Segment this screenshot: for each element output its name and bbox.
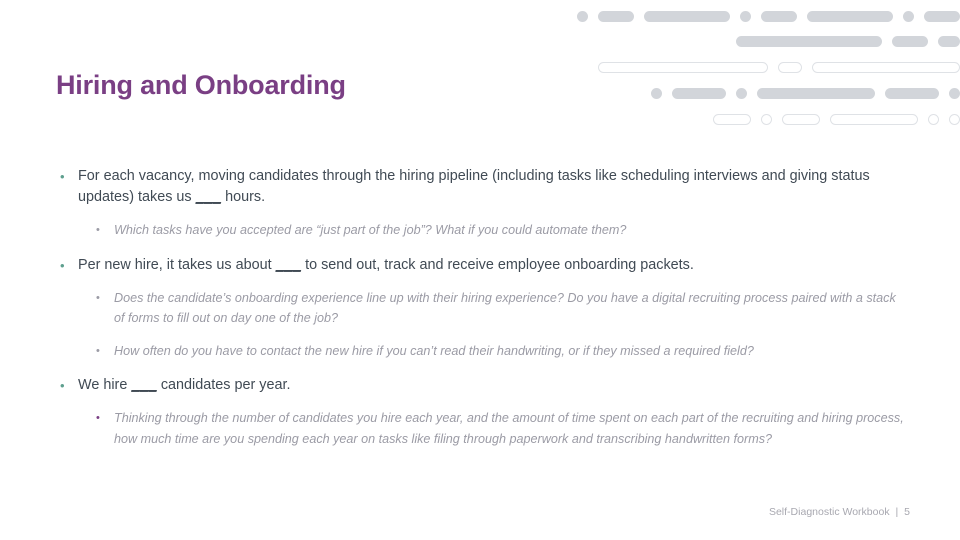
deco-pill (924, 11, 960, 22)
bullet-marker-gray: • (96, 344, 100, 357)
bullet-marker-gray: • (96, 224, 100, 236)
bullet-item-level1: • Per new hire, it takes us about ___ to… (52, 255, 908, 276)
deco-pill (761, 11, 797, 22)
deco-pill-outline (830, 114, 918, 125)
deco-circle-outline (949, 114, 960, 125)
deco-pill-outline (812, 62, 960, 73)
deco-pill-outline (782, 114, 820, 125)
bullet-text: Does the candidate’s onboarding experien… (114, 290, 896, 326)
deco-row-2 (590, 36, 960, 47)
deco-pill (736, 88, 747, 99)
bullet-text: For each vacancy, moving candidates thro… (78, 168, 870, 205)
bullet-text: We hire ___ candidates per year. (78, 377, 291, 393)
deco-pill (736, 36, 882, 47)
bullet-item-level1: • We hire ___ candidates per year. (52, 375, 908, 396)
deco-pill (807, 11, 893, 22)
deco-row-1 (577, 11, 960, 22)
deco-pill (644, 11, 730, 22)
deco-pill (903, 11, 914, 22)
deco-pill (577, 11, 588, 22)
bullet-item-level1: • For each vacancy, moving candidates th… (52, 166, 908, 208)
footer-page-number: 5 (904, 506, 910, 518)
deco-pill (757, 88, 875, 99)
deco-pill (651, 88, 662, 99)
deco-pill (740, 11, 751, 22)
bullet-item-level2: • Does the candidate’s onboarding experi… (52, 288, 908, 329)
bullet-item-level2: • Which tasks have you accepted are “jus… (52, 220, 908, 241)
bullet-text: Thinking through the number of candidate… (114, 411, 904, 446)
fill-in-blank: ___ (195, 189, 222, 205)
bullet-marker-purple: • (96, 412, 100, 424)
bullet-text: Per new hire, it takes us about ___ to s… (78, 256, 694, 273)
deco-pill-outline (598, 62, 768, 73)
bullet-item-level2: • Thinking through the number of candida… (52, 408, 908, 449)
bullet-marker-teal: • (60, 257, 65, 273)
deco-pill (598, 11, 634, 22)
deco-circle-outline (761, 114, 772, 125)
slide-footer: Self-Diagnostic Workbook | 5 (769, 506, 910, 518)
bullet-text: Which tasks have you accepted are “just … (114, 223, 627, 237)
slide-title: Hiring and Onboarding (56, 70, 346, 100)
deco-row-5 (590, 114, 960, 125)
bullet-text: How often do you have to contact the new… (114, 343, 754, 358)
deco-pill (938, 36, 960, 47)
bullet-item-level2: • How often do you have to contact the n… (52, 341, 908, 362)
deco-circle-outline (928, 114, 939, 125)
fill-in-blank: ___ (131, 377, 157, 393)
decorative-pill-pattern (577, 0, 960, 140)
bullet-marker-teal: • (60, 169, 65, 184)
deco-pill-outline (778, 62, 802, 73)
deco-pill (892, 36, 928, 47)
deco-pill-outline (713, 114, 751, 125)
deco-pill (672, 88, 726, 99)
fill-in-blank: ___ (275, 256, 302, 273)
deco-row-4 (590, 88, 960, 99)
bullet-marker-gray: • (96, 291, 100, 304)
deco-pill (885, 88, 939, 99)
deco-row-3 (590, 62, 960, 73)
slide-body: • For each vacancy, moving candidates th… (52, 152, 908, 455)
footer-separator: | (895, 506, 899, 518)
bullet-marker-teal: • (60, 378, 65, 393)
deco-pill (949, 88, 960, 99)
footer-workbook-label: Self-Diagnostic Workbook (768, 506, 890, 518)
